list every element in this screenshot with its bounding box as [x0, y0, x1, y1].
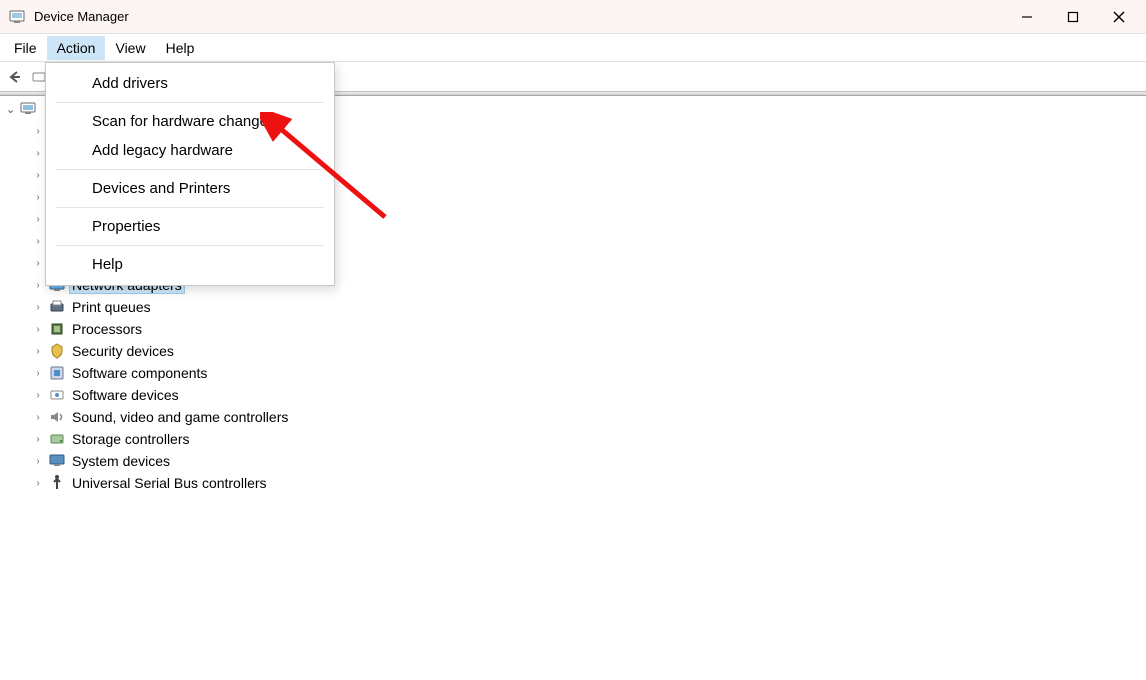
expand-icon[interactable]: ›	[32, 126, 44, 137]
tree-item[interactable]: › Security devices	[4, 340, 1146, 362]
action-dropdown: Add drivers Scan for hardware changes Ad…	[45, 62, 335, 286]
sw-comp-icon	[48, 364, 66, 382]
menu-bar: File Action View Help	[0, 34, 1146, 62]
menu-separator	[56, 102, 324, 103]
expand-icon[interactable]: ›	[32, 412, 44, 423]
close-button[interactable]	[1096, 0, 1142, 34]
toolbar-back-button[interactable]	[4, 66, 26, 88]
menu-add-legacy[interactable]: Add legacy hardware	[46, 136, 334, 165]
expand-icon[interactable]: ›	[32, 214, 44, 225]
menu-properties[interactable]: Properties	[46, 212, 334, 241]
security-icon	[48, 342, 66, 360]
sw-dev-icon	[48, 386, 66, 404]
expand-icon[interactable]: ›	[32, 434, 44, 445]
tree-item-label: Print queues	[70, 299, 153, 315]
tree-item-label: Sound, video and game controllers	[70, 409, 290, 425]
menu-devices-printers[interactable]: Devices and Printers	[46, 174, 334, 203]
menu-file[interactable]: File	[4, 36, 47, 60]
tree-item[interactable]: › System devices	[4, 450, 1146, 472]
tree-item-label: System devices	[70, 453, 172, 469]
expand-icon[interactable]: ›	[32, 258, 44, 269]
expand-icon[interactable]: ›	[32, 302, 44, 313]
tree-item-label: Software devices	[70, 387, 181, 403]
expand-icon[interactable]: ›	[32, 346, 44, 357]
cpu-icon	[48, 320, 66, 338]
computer-icon	[19, 100, 37, 118]
tree-item[interactable]: › Processors	[4, 318, 1146, 340]
menu-help[interactable]: Help	[156, 36, 205, 60]
menu-view[interactable]: View	[105, 36, 155, 60]
storage-icon	[48, 430, 66, 448]
window-title: Device Manager	[34, 9, 1004, 24]
expand-icon[interactable]: ›	[32, 148, 44, 159]
title-bar: Device Manager	[0, 0, 1146, 34]
menu-separator	[56, 245, 324, 246]
tree-item-label: Storage controllers	[70, 431, 192, 447]
expand-icon[interactable]: ›	[32, 390, 44, 401]
tree-item[interactable]: › Storage controllers	[4, 428, 1146, 450]
tree-item-label: Security devices	[70, 343, 176, 359]
tree-item[interactable]: › Sound, video and game controllers	[4, 406, 1146, 428]
expand-icon[interactable]: ›	[32, 368, 44, 379]
expand-icon[interactable]: ›	[32, 456, 44, 467]
tree-item[interactable]: › Software components	[4, 362, 1146, 384]
system-icon	[48, 452, 66, 470]
menu-separator	[56, 207, 324, 208]
printer-icon	[48, 298, 66, 316]
maximize-button[interactable]	[1050, 0, 1096, 34]
collapse-icon[interactable]: ⌄	[6, 103, 15, 116]
tree-item-label: Processors	[70, 321, 144, 337]
tree-item[interactable]: › Software devices	[4, 384, 1146, 406]
usb-icon	[48, 474, 66, 492]
expand-icon[interactable]: ›	[32, 280, 44, 291]
expand-icon[interactable]: ›	[32, 478, 44, 489]
expand-icon[interactable]: ›	[32, 170, 44, 181]
menu-help-item[interactable]: Help	[46, 250, 334, 279]
minimize-button[interactable]	[1004, 0, 1050, 34]
menu-add-drivers[interactable]: Add drivers	[46, 69, 334, 98]
expand-icon[interactable]: ›	[32, 324, 44, 335]
menu-action[interactable]: Action	[47, 36, 106, 60]
window-controls	[1004, 0, 1142, 34]
menu-scan-hardware[interactable]: Scan for hardware changes	[46, 107, 334, 136]
expand-icon[interactable]: ›	[32, 192, 44, 203]
sound-icon	[48, 408, 66, 426]
app-icon	[8, 8, 26, 26]
expand-icon[interactable]: ›	[32, 236, 44, 247]
tree-item-label: Universal Serial Bus controllers	[70, 475, 269, 491]
menu-separator	[56, 169, 324, 170]
tree-item[interactable]: › Print queues	[4, 296, 1146, 318]
tree-item-label: Software components	[70, 365, 209, 381]
tree-item[interactable]: › Universal Serial Bus controllers	[4, 472, 1146, 494]
